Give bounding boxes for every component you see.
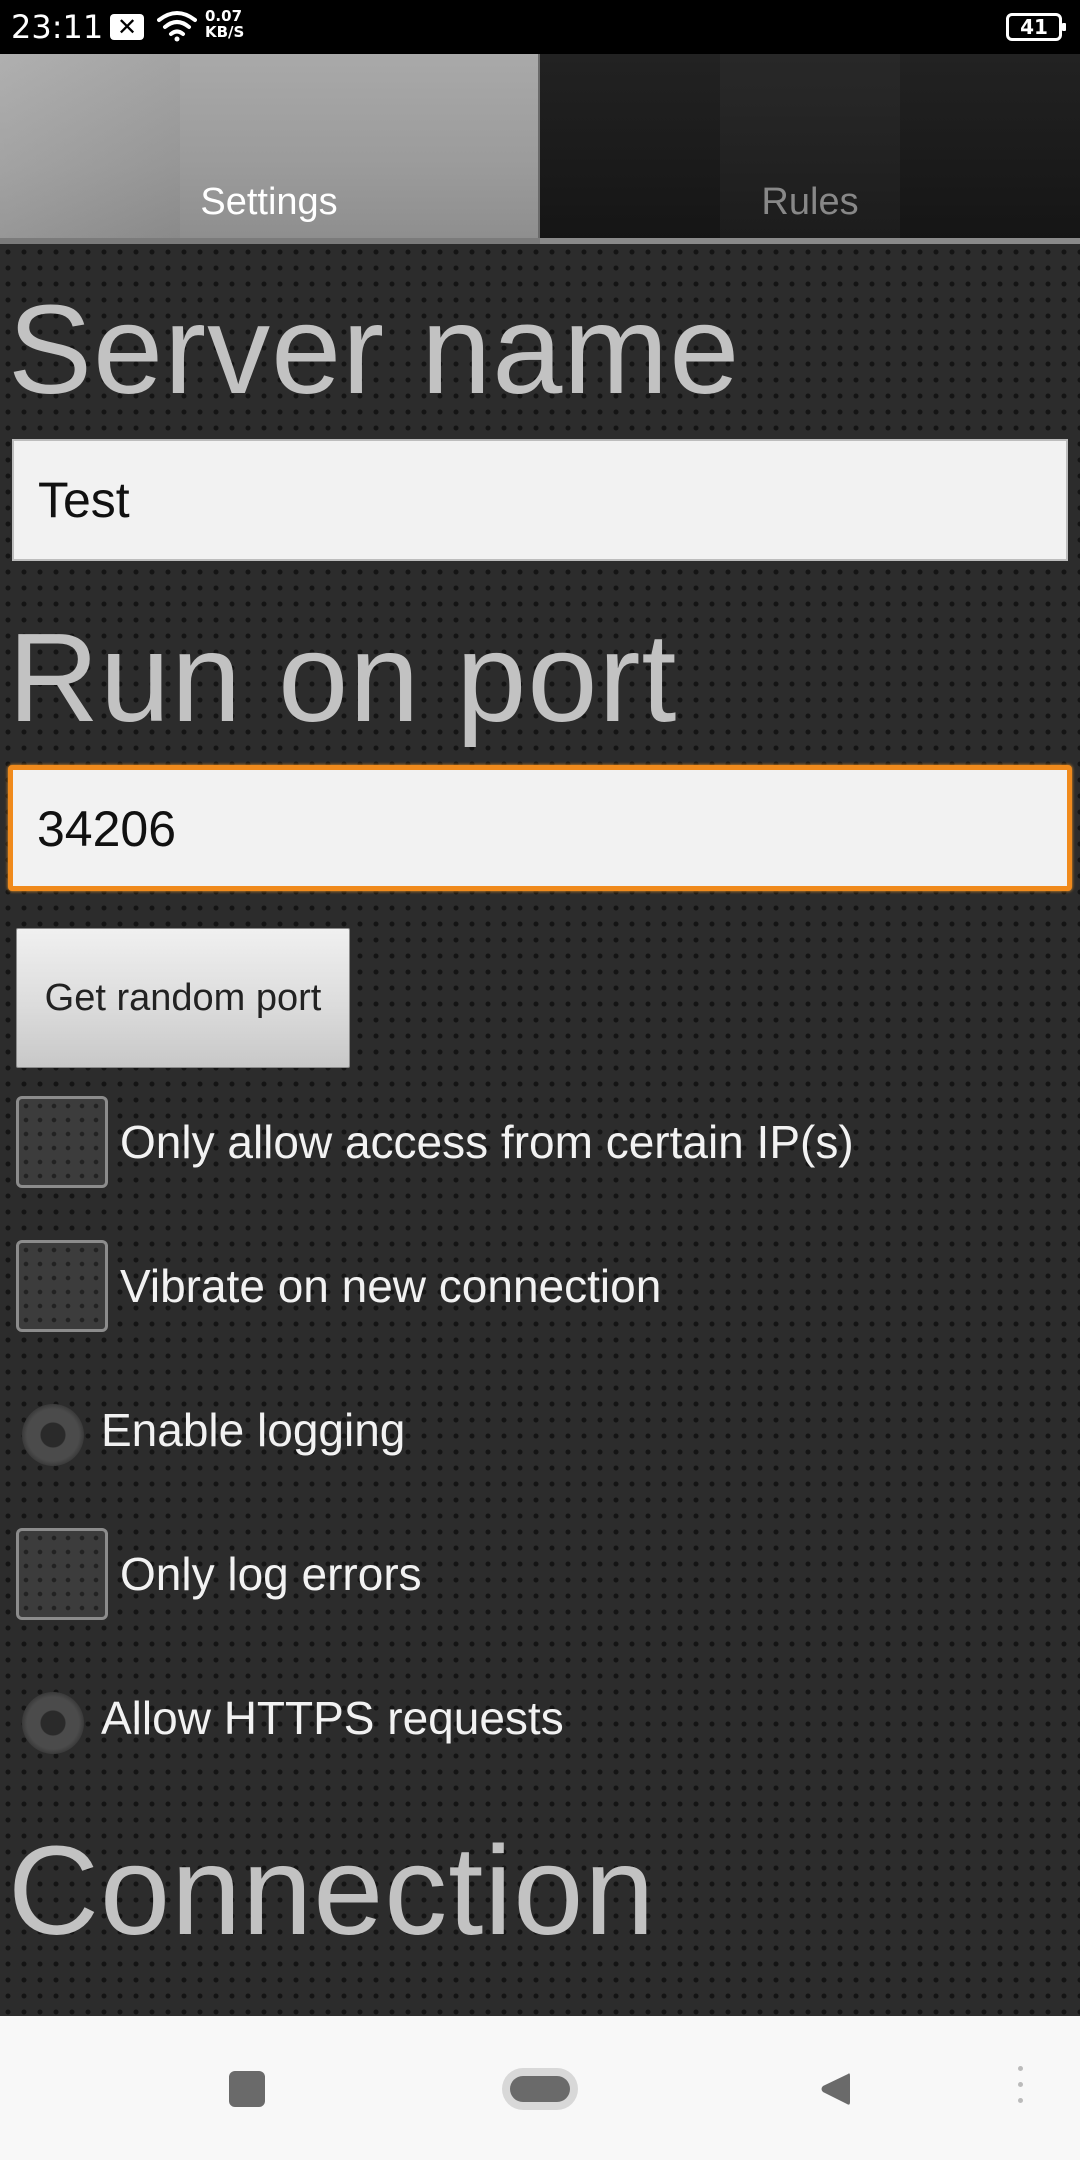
option-row-ip-restrict[interactable]: Only allow access from certain IP(s)	[0, 1096, 1080, 1196]
network-speed-unit: KB/S	[205, 23, 245, 41]
tab-settings-label: Settings	[200, 181, 338, 223]
network-speed: 0.07 KB/S	[205, 8, 244, 40]
log-errors-label: Only log errors	[120, 1548, 422, 1600]
server-name-heading: Server name	[8, 279, 741, 420]
navigation-bar	[0, 2016, 1080, 2160]
more-vertical-icon[interactable]	[1016, 2066, 1024, 2112]
vibrate-label: Vibrate on new connection	[120, 1260, 662, 1312]
wifi-icon	[157, 11, 197, 42]
tab-bar: Settings Rules	[0, 54, 1080, 244]
status-time: 23:11	[11, 8, 104, 46]
get-random-port-label: Get random port	[44, 977, 322, 1019]
settings-panel[interactable]: Server name Test Run on port 34206 Get r…	[0, 244, 1080, 2016]
https-label: Allow HTTPS requests	[101, 1692, 564, 1744]
battery-level: 41	[1020, 15, 1048, 39]
https-radio[interactable]	[22, 1692, 84, 1754]
logging-label: Enable logging	[101, 1404, 406, 1456]
back-triangle-icon[interactable]	[818, 2070, 852, 2108]
ip-restrict-checkbox[interactable]	[16, 1096, 108, 1188]
tab-rules[interactable]: Rules	[540, 54, 1080, 240]
network-speed-value: 0.07	[205, 7, 243, 25]
port-heading: Run on port	[8, 607, 678, 748]
server-name-input[interactable]: Test	[12, 439, 1068, 561]
vibrate-checkbox[interactable]	[16, 1240, 108, 1332]
recents-square-icon[interactable]	[229, 2071, 265, 2107]
option-row-logging[interactable]: Enable logging	[0, 1384, 1080, 1484]
status-bar: 23:11 ✕ 0.07 KB/S 41	[0, 0, 1080, 54]
get-random-port-button[interactable]: Get random port	[16, 928, 350, 1068]
tab-rules-label: Rules	[761, 181, 859, 223]
port-input[interactable]: 34206	[8, 765, 1072, 891]
logging-radio[interactable]	[22, 1404, 84, 1466]
ip-restrict-label: Only allow access from certain IP(s)	[120, 1116, 854, 1168]
option-row-vibrate[interactable]: Vibrate on new connection	[0, 1240, 1080, 1340]
option-row-log-errors[interactable]: Only log errors	[0, 1528, 1080, 1628]
battery-icon: 41	[1006, 13, 1066, 41]
home-pill-icon[interactable]	[502, 2068, 578, 2110]
tab-settings[interactable]: Settings	[0, 54, 540, 240]
log-errors-checkbox[interactable]	[16, 1528, 108, 1620]
option-row-https[interactable]: Allow HTTPS requests	[0, 1672, 1080, 1772]
connection-heading: Connection	[8, 1820, 656, 1961]
close-box-icon: ✕	[110, 14, 144, 40]
